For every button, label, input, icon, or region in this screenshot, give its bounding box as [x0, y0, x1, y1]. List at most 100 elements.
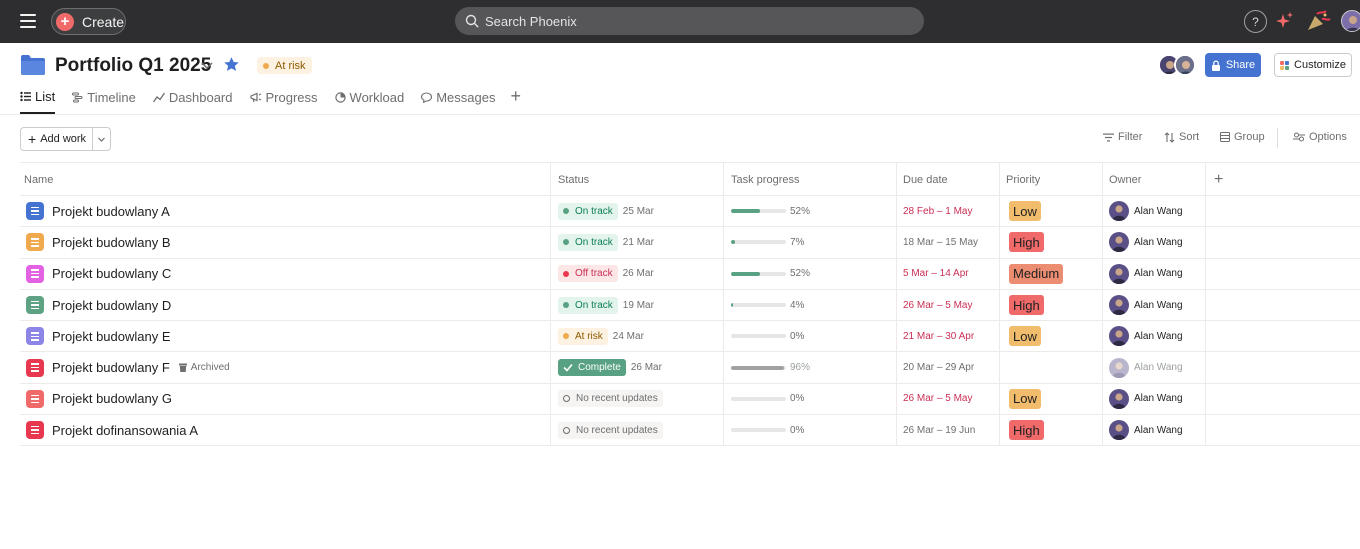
owner-cell[interactable]: Alan Wang — [1102, 289, 1205, 321]
priority-badge[interactable]: Low — [1009, 201, 1041, 222]
sort-button[interactable]: Sort — [1164, 131, 1199, 143]
priority-badge[interactable]: Medium — [1009, 263, 1064, 284]
table-row[interactable]: Projekt budowlany E At risk 24 Mar 0% 21 Mar… — [20, 321, 1360, 353]
status-cell[interactable]: Complete 26 Mar — [550, 352, 723, 383]
status-cell[interactable]: On track 21 Mar — [550, 227, 723, 258]
project-name-cell[interactable]: Projekt budowlany B — [20, 227, 550, 257]
plus-icon: + — [56, 12, 74, 31]
status-label: At risk — [275, 59, 306, 72]
priority-cell[interactable]: High — [999, 415, 1102, 446]
search-input[interactable]: Search Phoenix — [455, 7, 924, 35]
column-header-task-progress[interactable]: Task progress — [723, 163, 896, 196]
status-date: 26 Mar — [630, 362, 662, 374]
options-label: Options — [1309, 131, 1347, 143]
user-avatar[interactable] — [1341, 10, 1360, 32]
priority-cell[interactable] — [999, 352, 1102, 383]
column-header-owner[interactable]: Owner — [1102, 163, 1205, 196]
tab-timeline[interactable]: Timeline — [72, 86, 136, 108]
status-cell[interactable]: On track 25 Mar — [550, 196, 723, 227]
due-date-cell[interactable]: 20 Mar – 29 Apr — [896, 352, 999, 383]
chevron-down-icon[interactable] — [200, 58, 214, 72]
due-date-cell[interactable]: 18 Mar – 15 May — [896, 227, 999, 258]
project-name-cell[interactable]: Projekt budowlany A — [20, 196, 550, 226]
owner-cell[interactable]: Alan Wang — [1102, 196, 1205, 227]
owner-cell[interactable]: Alan Wang — [1102, 258, 1205, 289]
add-work-dropdown[interactable] — [93, 128, 110, 150]
status-cell[interactable]: No recent updates — [550, 383, 723, 415]
project-status-badge[interactable]: At risk — [257, 57, 312, 74]
project-name-cell[interactable]: Projekt budowlany G — [20, 384, 550, 414]
progress-icon — [249, 92, 261, 102]
due-date: 26 Mar – 5 May — [903, 299, 973, 311]
menu-icon[interactable] — [20, 14, 36, 28]
project-name-cell[interactable]: Projekt budowlany D — [20, 290, 550, 320]
create-button[interactable]: + Create — [51, 8, 126, 35]
customize-button[interactable]: Customize — [1274, 53, 1352, 77]
owner-cell[interactable]: Alan Wang — [1102, 383, 1205, 415]
table-row[interactable]: Projekt dofinansowania A No recent update… — [20, 415, 1360, 447]
help-icon[interactable]: ? — [1244, 10, 1267, 33]
table-row[interactable]: Projekt budowlany B On track 21 Mar 7% 18 Ma… — [20, 227, 1360, 259]
due-date-cell[interactable]: 21 Mar – 30 Apr — [896, 321, 999, 352]
priority-cell[interactable]: Medium — [999, 258, 1102, 289]
table-row[interactable]: Projekt budowlany F Archived Complete 26 Ma… — [20, 352, 1360, 384]
due-date-cell[interactable]: 26 Mar – 19 Jun — [896, 415, 999, 446]
table-row[interactable]: Projekt budowlany A On track 25 Mar 52% 28 F… — [20, 196, 1360, 228]
column-header-priority[interactable]: Priority — [999, 163, 1102, 196]
project-name: Projekt budowlany G — [52, 391, 172, 407]
column-header-status[interactable]: Status — [550, 163, 723, 196]
priority-badge[interactable]: High — [1009, 295, 1044, 316]
owner-cell[interactable]: Alan Wang — [1102, 415, 1205, 446]
owner-name: Alan Wang — [1134, 299, 1183, 311]
project-name-cell[interactable]: Projekt budowlany E — [20, 321, 550, 351]
priority-badge[interactable]: High — [1009, 420, 1044, 441]
filter-button[interactable]: Filter — [1103, 131, 1142, 143]
group-button[interactable]: Group — [1220, 131, 1265, 143]
status-cell[interactable]: Off track 26 Mar — [550, 258, 723, 289]
priority-badge[interactable]: High — [1009, 232, 1044, 253]
add-work-button[interactable]: + Add work — [21, 128, 94, 150]
project-name-cell[interactable]: Projekt budowlany F Archived — [20, 352, 550, 382]
status-cell[interactable]: No recent updates — [550, 415, 723, 446]
due-date-cell[interactable]: 5 Mar – 14 Apr — [896, 258, 999, 289]
project-name-cell[interactable]: Projekt dofinansowania A — [20, 415, 550, 445]
table-row[interactable]: Projekt budowlany D On track 19 Mar 4% 26 Ma… — [20, 289, 1360, 322]
status-cell[interactable]: On track 19 Mar — [550, 289, 723, 321]
owner-cell[interactable]: Alan Wang — [1102, 352, 1205, 383]
tab-list[interactable]: List — [20, 86, 56, 114]
column-header-name[interactable]: Name — [20, 163, 550, 196]
add-column-plus-icon[interactable]: + — [1205, 163, 1245, 196]
priority-badge[interactable]: Low — [1009, 388, 1041, 409]
column-header-due-date[interactable]: Due date — [896, 163, 999, 196]
status-cell[interactable]: At risk 24 Mar — [550, 321, 723, 352]
owner-cell[interactable]: Alan Wang — [1102, 321, 1205, 352]
priority-badge[interactable]: Low — [1009, 326, 1041, 347]
celebration-icon[interactable] — [1305, 8, 1331, 34]
tab-messages[interactable]: Messages — [421, 86, 495, 108]
table-row[interactable]: Projekt budowlany C Off track 26 Mar 52% 5 M… — [20, 258, 1360, 290]
owner-cell[interactable]: Alan Wang — [1102, 227, 1205, 258]
tab-workload[interactable]: Workload — [334, 86, 404, 108]
progress-percent: 4% — [790, 299, 805, 311]
options-button[interactable]: Options — [1293, 131, 1347, 143]
share-button[interactable]: Share — [1205, 53, 1261, 77]
due-date-cell[interactable]: 28 Feb – 1 May — [896, 196, 999, 227]
priority-cell[interactable]: High — [999, 289, 1102, 321]
members-avatars[interactable] — [1158, 54, 1200, 76]
due-date-cell[interactable]: 26 Mar – 5 May — [896, 383, 999, 415]
project-name-cell[interactable]: Projekt budowlany C — [20, 259, 550, 289]
tab-dashboard[interactable]: Dashboard — [152, 86, 233, 108]
ai-sparkle-icon[interactable] — [1276, 11, 1294, 31]
table-row[interactable]: Projekt budowlany G No recent updates 0% 26… — [20, 383, 1360, 416]
priority-cell[interactable]: Low — [999, 383, 1102, 415]
priority-cell[interactable]: Low — [999, 196, 1102, 227]
star-icon[interactable] — [223, 56, 240, 73]
add-work-label: Add work — [40, 133, 87, 145]
project-name: Projekt budowlany A — [52, 203, 170, 219]
priority-cell[interactable]: High — [999, 227, 1102, 258]
customize-button-label: Customize — [1294, 59, 1346, 71]
add-tab-plus-icon[interactable]: + — [510, 86, 521, 106]
tab-progress[interactable]: Progress — [249, 86, 318, 108]
due-date-cell[interactable]: 26 Mar – 5 May — [896, 289, 999, 321]
priority-cell[interactable]: Low — [999, 321, 1102, 352]
